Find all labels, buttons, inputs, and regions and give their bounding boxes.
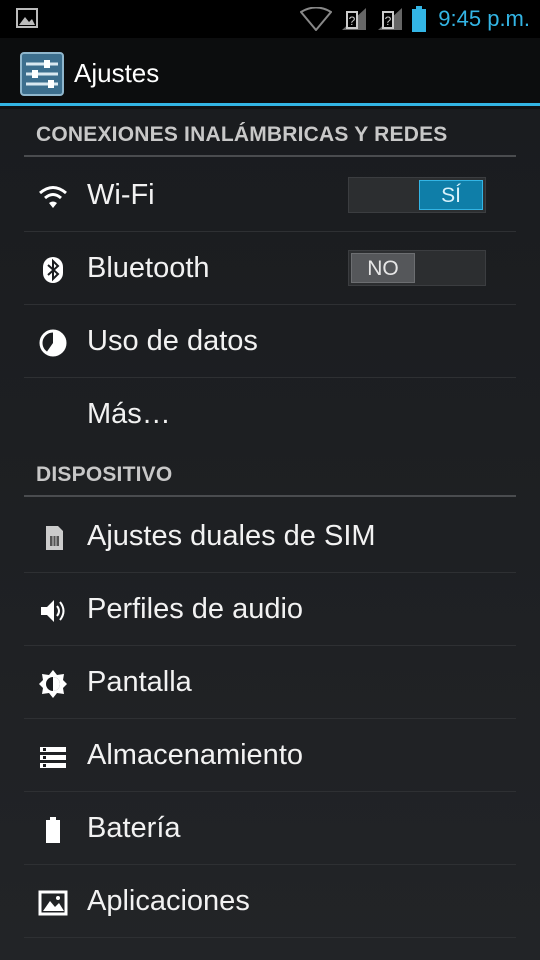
sim-card-icon [46, 526, 63, 550]
status-bar: ? ? 9:45 p.m. [0, 0, 540, 38]
setting-battery[interactable]: Batería [24, 792, 516, 865]
bluetooth-icon [43, 257, 63, 283]
setting-label: Uso de datos [87, 325, 258, 357]
wifi-toggle-state: SÍ [419, 180, 483, 210]
setting-dual-sim[interactable]: Ajustes duales de SIM [24, 500, 516, 573]
setting-label: Almacenamiento [87, 739, 303, 771]
section-header-label: DISPOSITIVO [36, 463, 173, 486]
wifi-signal-icon [300, 7, 333, 31]
setting-label: Wi-Fi [87, 179, 155, 211]
apps-image-icon [38, 890, 68, 916]
battery-icon [46, 817, 60, 843]
wifi-icon [39, 186, 67, 208]
data-usage-icon [39, 329, 67, 357]
status-time: 9:45 p.m. [438, 6, 530, 31]
setting-storage[interactable]: Almacenamiento [24, 719, 516, 792]
setting-display[interactable]: Pantalla [24, 646, 516, 719]
brightness-icon [39, 670, 67, 698]
setting-audio-profiles[interactable]: Perfiles de audio [24, 573, 516, 646]
settings-sliders-icon[interactable] [20, 52, 64, 96]
setting-bluetooth[interactable]: Bluetooth NO [24, 232, 516, 305]
wifi-toggle[interactable]: SÍ [348, 177, 486, 213]
setting-label: Ajustes duales de SIM [87, 520, 376, 552]
sim2-signal-icon: ? [378, 8, 403, 30]
svg-text:?: ? [385, 14, 392, 28]
setting-label: Aplicaciones [87, 885, 250, 917]
setting-data-usage[interactable]: Uso de datos [24, 305, 516, 378]
gallery-notification-icon [16, 8, 38, 28]
setting-wifi[interactable]: Wi-Fi SÍ [24, 159, 516, 232]
settings-list: CONEXIONES INALÁMBRICAS Y REDES Wi-Fi SÍ… [0, 109, 540, 960]
speaker-icon [41, 600, 65, 622]
setting-label: Pantalla [87, 666, 192, 698]
setting-label: Perfiles de audio [87, 593, 304, 625]
bluetooth-toggle[interactable]: NO [348, 250, 486, 286]
setting-applications[interactable]: Aplicaciones [24, 865, 516, 938]
setting-label: Más… [87, 398, 171, 430]
setting-label: Bluetooth [87, 252, 210, 284]
section-header-device: DISPOSITIVO [24, 451, 516, 497]
action-bar: Ajustes [0, 38, 540, 106]
sim1-signal-icon: ? [342, 8, 367, 30]
storage-icon [40, 747, 66, 768]
bluetooth-toggle-state: NO [351, 253, 415, 283]
page-title: Ajustes [74, 58, 160, 88]
svg-text:?: ? [349, 14, 356, 28]
setting-more[interactable]: Más… [24, 378, 516, 451]
battery-icon [412, 6, 427, 32]
setting-label: Batería [87, 812, 181, 844]
section-header-wireless: CONEXIONES INALÁMBRICAS Y REDES [24, 111, 516, 157]
section-header-label: CONEXIONES INALÁMBRICAS Y REDES [36, 123, 448, 146]
